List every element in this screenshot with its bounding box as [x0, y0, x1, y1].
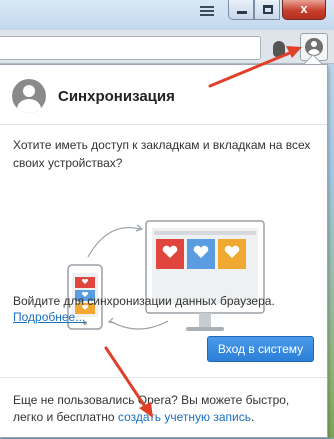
person-icon: [305, 38, 323, 56]
hand-icon[interactable]: [268, 38, 290, 60]
footer-text: Еще не пользовались Opera? Вы можете быс…: [13, 392, 318, 426]
popup-title: Синхронизация: [58, 88, 175, 105]
signin-button[interactable]: Вход в систему: [207, 336, 314, 362]
maximize-button[interactable]: [254, 0, 280, 20]
close-button[interactable]: x: [282, 0, 326, 20]
create-account-link[interactable]: создать учетную запись: [118, 410, 251, 424]
sync-popup: Синхронизация Хотите иметь доступ к закл…: [0, 64, 328, 438]
sync-question: Хотите иметь доступ к закладкам и вкладк…: [13, 138, 311, 170]
avatar: [12, 79, 46, 113]
learn-more-link[interactable]: Подробнее...: [13, 310, 85, 324]
footer-end: .: [250, 410, 255, 424]
address-bar[interactable]: [0, 36, 261, 60]
browser-toolbar: [0, 30, 334, 64]
signin-description: Войдите для синхронизации данных браузер…: [13, 294, 275, 308]
popup-header: Синхронизация: [0, 65, 327, 125]
stack-icon[interactable]: [200, 6, 214, 20]
minimize-button[interactable]: [228, 0, 254, 20]
window-titlebar: x: [0, 0, 334, 30]
sync-illustration: [67, 220, 265, 331]
popup-footer: Еще не пользовались Opera? Вы можете быс…: [0, 377, 327, 439]
